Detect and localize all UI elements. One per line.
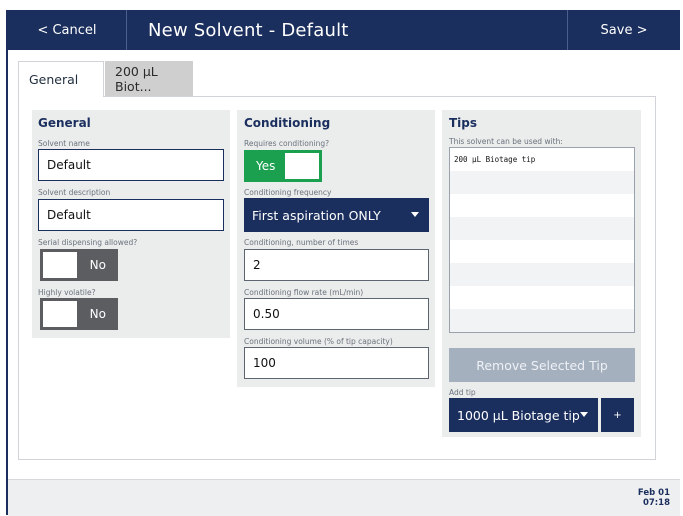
conditioning-volume-label: Conditioning volume (% of tip capacity) <box>244 337 393 346</box>
conditioning-times-label: Conditioning, number of times <box>244 238 359 247</box>
solvent-description-input[interactable]: Default <box>38 199 224 231</box>
cancel-button[interactable]: < Cancel <box>8 10 127 50</box>
solvent-description-label: Solvent description <box>38 188 111 197</box>
tips-list[interactable]: 200 µL Biotage tip <box>449 147 635 333</box>
tips-subtitle: This solvent can be used with: <box>449 137 563 146</box>
conditioning-flow-rate-label: Conditioning flow rate (mL/min) <box>244 288 364 297</box>
clock: Feb 01 07:18 <box>638 488 670 508</box>
tips-section-title: Tips <box>449 116 478 130</box>
toggle-state-label: Yes <box>256 159 276 173</box>
tip-list-item[interactable] <box>450 240 634 263</box>
toggle-knob <box>43 252 77 278</box>
conditioning-times-input[interactable]: 2 <box>244 249 429 281</box>
chevron-down-icon <box>411 212 419 217</box>
conditioning-flow-rate-input[interactable]: 0.50 <box>244 298 429 330</box>
tip-list-item[interactable] <box>450 171 634 194</box>
tip-list-item[interactable] <box>450 263 634 286</box>
toggle-state-label: No <box>89 258 106 272</box>
remove-selected-tip-button[interactable]: Remove Selected Tip <box>449 348 635 382</box>
serial-dispensing-label: Serial dispensing allowed? <box>38 238 138 247</box>
highly-volatile-toggle[interactable]: No <box>40 298 118 330</box>
save-button[interactable]: Save > <box>567 10 680 50</box>
conditioning-frequency-value: First aspiration ONLY <box>252 207 381 223</box>
tip-list-item[interactable] <box>450 286 634 309</box>
page-title: New Solvent - Default <box>148 19 349 41</box>
add-tip-select[interactable]: 1000 µL Biotage tip <box>449 398 598 432</box>
tip-list-item[interactable] <box>450 217 634 240</box>
solvent-name-label: Solvent name <box>38 139 90 148</box>
tab-general[interactable]: General <box>18 61 104 97</box>
conditioning-volume-input[interactable]: 100 <box>244 347 429 379</box>
clock-time: 07:18 <box>642 498 670 508</box>
solvent-name-input[interactable]: Default <box>38 149 224 181</box>
add-tip-select-value: 1000 µL Biotage tip <box>457 407 580 423</box>
highly-volatile-label: Highly volatile? <box>38 288 96 297</box>
chevron-down-icon <box>580 412 588 417</box>
status-bar: Feb 01 07:18 <box>8 479 680 516</box>
general-section-title: General <box>38 116 91 130</box>
tip-list-item[interactable]: 200 µL Biotage tip <box>450 148 634 171</box>
toggle-state-label: No <box>89 307 106 321</box>
clock-date: Feb 01 <box>637 488 670 498</box>
add-tip-label: Add tip <box>449 388 476 397</box>
conditioning-section-title: Conditioning <box>244 116 331 130</box>
conditioning-frequency-label: Conditioning frequency <box>244 188 332 197</box>
tab-200ul-biotage[interactable]: 200 µL Biot... <box>105 61 193 97</box>
requires-conditioning-toggle[interactable]: Yes <box>244 150 322 182</box>
tip-list-item[interactable] <box>450 194 634 217</box>
toggle-knob <box>43 301 77 327</box>
conditioning-frequency-select[interactable]: First aspiration ONLY <box>244 198 429 232</box>
top-bar: < Cancel New Solvent - Default Save > <box>8 10 680 50</box>
add-tip-button[interactable]: + <box>601 398 634 432</box>
serial-dispensing-toggle[interactable]: No <box>40 249 118 281</box>
tip-list-item[interactable] <box>450 309 634 332</box>
toggle-knob <box>285 153 319 179</box>
requires-conditioning-label: Requires conditioning? <box>244 139 330 148</box>
